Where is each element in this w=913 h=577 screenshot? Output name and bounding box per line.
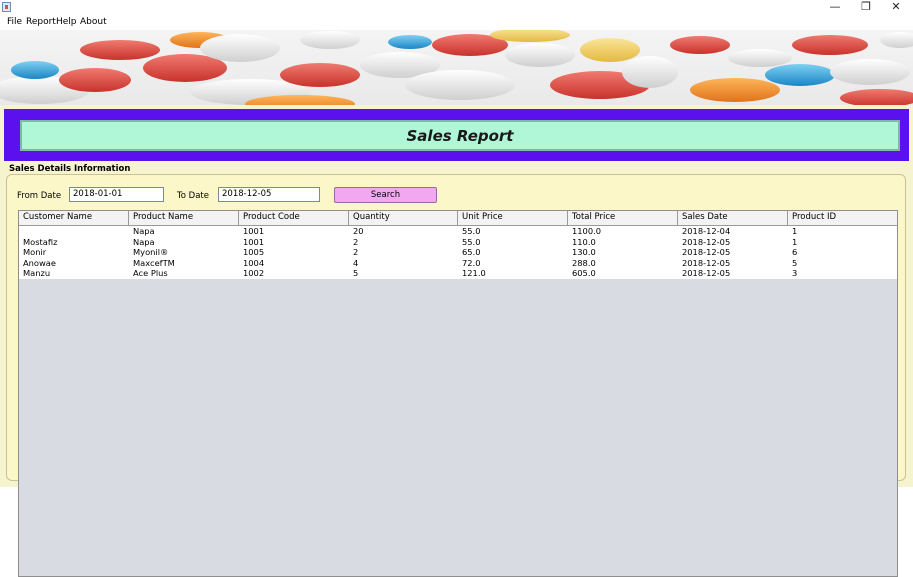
menu-about[interactable]: About [80,17,107,27]
cell-customer-name: Mostafiz [23,236,58,247]
restore-button[interactable]: ❐ [851,0,881,15]
menu-report[interactable]: Report [26,17,56,27]
column-header-unit-price[interactable]: Unit Price [458,211,568,225]
cell-unit-price: 55.0 [462,226,481,236]
to-date-input[interactable]: 2018-12-05 [218,187,320,202]
cell-customer-name: Manzu [23,268,51,279]
table-row[interactable]: Monir Myonil® 1005 2 65.0 130.0 2018-12-… [19,247,897,258]
table-header: Customer Name Product Name Product Code … [19,211,897,226]
cell-unit-price: 121.0 [462,268,486,279]
title-bar: — ❐ ✕ [0,0,913,15]
title-box: Sales Report [20,120,900,151]
to-date-label: To Date [177,191,209,201]
cell-total-price: 110.0 [572,236,596,247]
cell-quantity: 2 [353,236,359,247]
details-section-label: Sales Details Information [9,164,131,174]
minimize-button[interactable]: — [820,0,850,15]
menu-file[interactable]: File [7,17,22,27]
cell-customer-name [19,226,129,237]
close-button[interactable]: ✕ [881,0,911,15]
cell-total-price: 605.0 [572,268,596,279]
table-row[interactable]: Napa 1001 20 55.0 1100.0 2018-12-04 1 [19,226,897,237]
cell-unit-price: 72.0 [462,257,481,268]
from-date-label: From Date [17,191,62,201]
cell-product-id: 5 [792,257,798,268]
menu-bar: File Report Help About [0,15,913,30]
cell-quantity: 5 [353,268,359,279]
cell-product-code: 1001 [243,226,265,236]
cell-product-name: MaxcefTM [133,257,175,268]
cell-product-code: 1001 [243,236,265,247]
cell-total-price: 1100.0 [572,226,602,236]
cell-product-id: 1 [792,236,798,247]
cell-product-id: 6 [792,247,798,258]
cell-sales-date: 2018-12-04 [682,226,731,236]
cell-quantity: 4 [353,257,359,268]
column-header-product-code[interactable]: Product Code [239,211,349,225]
column-header-sales-date[interactable]: Sales Date [678,211,788,225]
cell-product-code: 1005 [243,247,265,258]
cell-unit-price: 65.0 [462,247,481,258]
cell-total-price: 288.0 [572,257,596,268]
cell-product-code: 1002 [243,268,265,279]
search-button[interactable]: Search [334,187,437,203]
cell-sales-date: 2018-12-05 [682,247,731,258]
cell-customer-name: Anowae [23,257,56,268]
cell-product-id: 3 [792,268,798,279]
cell-total-price: 130.0 [572,247,596,258]
table-row[interactable]: Manzu Ace Plus 1002 5 121.0 605.0 2018-1… [19,268,897,279]
table-row[interactable]: Mostafiz Napa 1001 2 55.0 110.0 2018-12-… [19,236,897,248]
pills-banner-image [0,30,913,105]
cell-quantity: 2 [353,247,359,258]
cell-sales-date: 2018-12-05 [682,236,731,247]
pills-illustration [0,30,913,105]
from-date-input[interactable]: 2018-01-01 [69,187,164,202]
cell-product-name: Napa [133,226,155,236]
column-header-product-name[interactable]: Product Name [129,211,239,225]
column-header-customer-name[interactable]: Customer Name [19,211,129,225]
cell-product-name: Napa [133,236,155,247]
column-header-quantity[interactable]: Quantity [349,211,458,225]
column-header-total-price[interactable]: Total Price [568,211,678,225]
main-content: Sales Report Sales Details Information F… [0,105,913,577]
header-band: Sales Report [4,109,909,161]
cell-quantity: 20 [353,226,364,236]
cell-product-name: Ace Plus [133,268,168,279]
cell-product-name: Myonil® [133,247,169,258]
java-app-icon [2,2,11,12]
cell-product-id: 1 [792,226,798,236]
table-row[interactable]: Anowae MaxcefTM 1004 4 72.0 288.0 2018-1… [19,257,897,269]
menu-help[interactable]: Help [56,17,77,27]
cell-customer-name: Monir [23,247,47,258]
cell-product-code: 1004 [243,257,265,268]
cell-sales-date: 2018-12-05 [682,257,731,268]
cell-sales-date: 2018-12-05 [682,268,731,279]
column-header-product-id[interactable]: Product ID [788,211,897,225]
page-title: Sales Report [406,127,514,145]
sales-table[interactable]: Customer Name Product Name Product Code … [18,210,898,577]
cell-unit-price: 55.0 [462,236,481,247]
